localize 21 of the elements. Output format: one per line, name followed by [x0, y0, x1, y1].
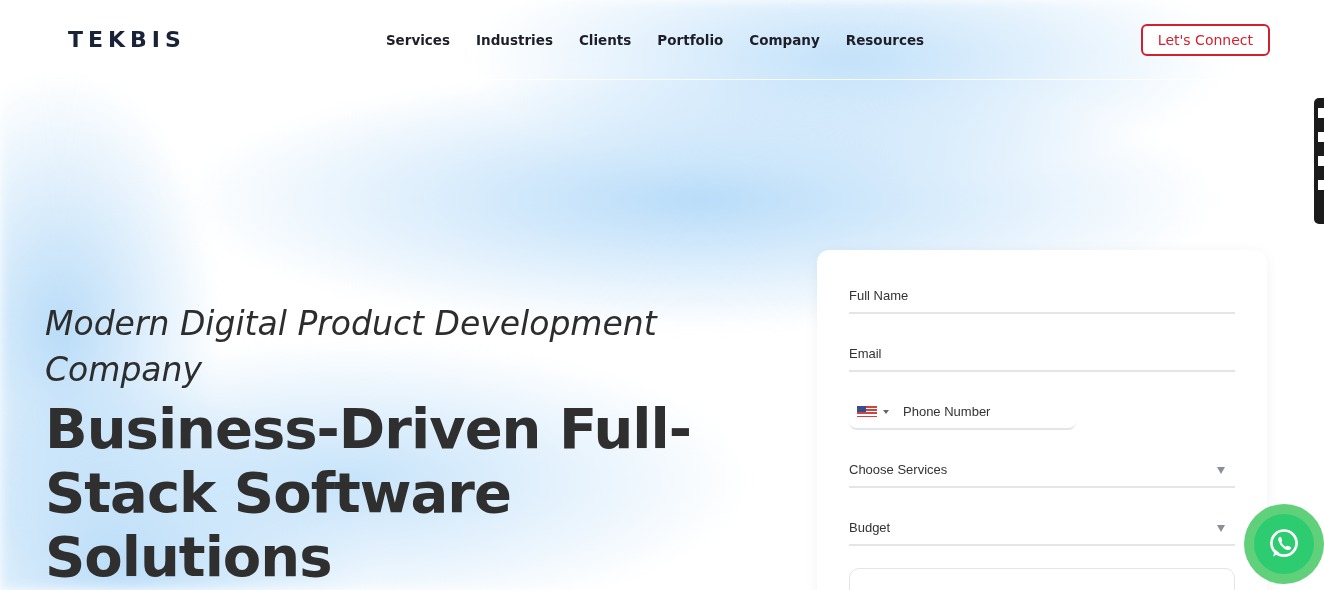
toolbar-icon[interactable] [1318, 180, 1324, 190]
input-field[interactable]: Full Name [849, 278, 1235, 314]
nav-link[interactable]: Industries [476, 31, 553, 48]
logo[interactable]: TEKBIS [68, 27, 186, 52]
nav-link[interactable]: Portfolio [657, 31, 724, 48]
nav-link[interactable]: Services [385, 31, 451, 48]
nav-link[interactable]: Clients [578, 31, 632, 48]
nav-link[interactable]: Company [749, 31, 820, 48]
input-field[interactable]: Email [849, 336, 1235, 372]
hero-subtitle: Modern Digital Product Development Company [45, 303, 659, 391]
phone-input[interactable]: Phone Number [901, 402, 1061, 420]
toolbar-icon[interactable] [1318, 108, 1324, 118]
select-field[interactable]: Budget [849, 510, 1235, 546]
hero-title: Business-Driven Full-Stack Software Solutions [45, 397, 692, 589]
nav-link[interactable]: Resources [845, 31, 925, 48]
phone-field[interactable]: Phone Number [849, 394, 1076, 430]
toolbar-icon[interactable] [1318, 132, 1324, 142]
toolbar-icon[interactable] [1318, 156, 1324, 166]
select-field[interactable]: Choose Services [849, 452, 1235, 488]
flag-icon [857, 405, 877, 417]
connect-button[interactable]: Let's Connect [1140, 23, 1270, 56]
